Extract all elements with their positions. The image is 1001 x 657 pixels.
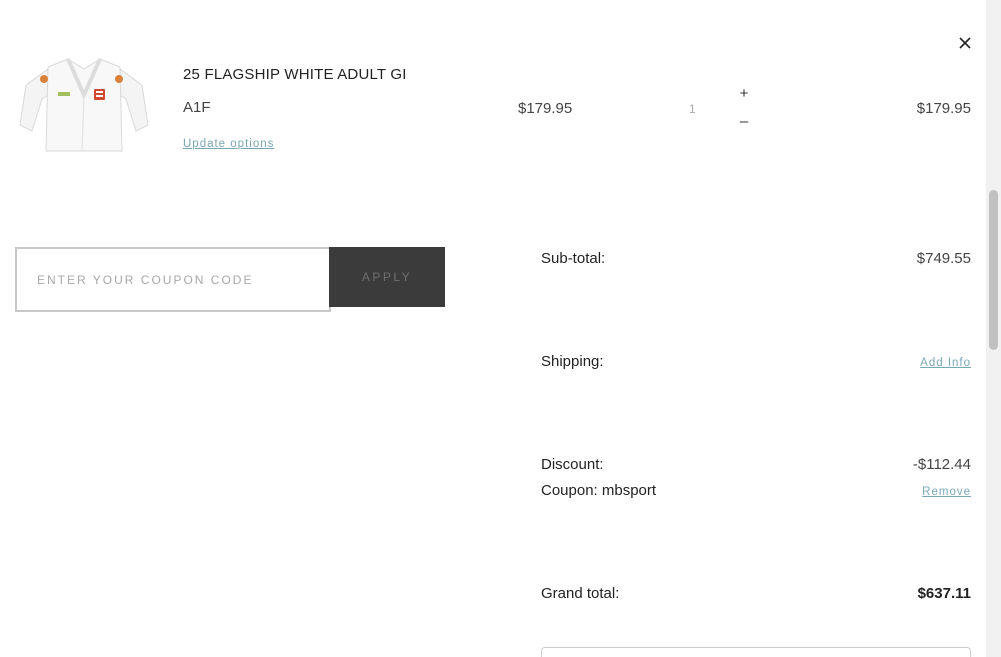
remove-coupon-link[interactable]: Remove — [922, 486, 971, 498]
grand-total-label: Grand total: — [541, 585, 620, 602]
close-button[interactable] — [955, 33, 975, 53]
scrollbar-thumb[interactable] — [989, 190, 998, 350]
quantity-increase-button[interactable]: + — [737, 85, 751, 102]
product-name: 25 FLAGSHIP WHITE ADULT GI — [183, 66, 407, 83]
add-shipping-info-link[interactable]: Add Info — [920, 357, 971, 369]
unit-price: $179.95 — [518, 100, 573, 117]
apply-coupon-button[interactable]: APPLY — [329, 247, 445, 307]
grand-total-value: $637.11 — [917, 585, 971, 602]
quantity-decrease-button[interactable]: – — [737, 113, 751, 130]
close-icon — [959, 37, 971, 49]
discount-value: -$112.44 — [912, 456, 971, 473]
subtotal-value: $749.55 — [916, 250, 971, 267]
quantity-value[interactable]: 1 — [689, 102, 696, 116]
product-image — [19, 58, 149, 152]
line-total: $179.95 — [916, 100, 971, 117]
update-options-link[interactable]: Update options — [183, 138, 274, 150]
product-sku: A1F — [183, 99, 211, 116]
coupon-applied-label: Coupon: mbsport — [541, 482, 657, 499]
checkout-section — [541, 647, 971, 657]
shipping-label: Shipping: — [541, 353, 604, 370]
coupon-code-input[interactable] — [15, 247, 331, 312]
discount-label: Discount: — [541, 456, 604, 473]
subtotal-label: Sub-total: — [541, 250, 606, 267]
